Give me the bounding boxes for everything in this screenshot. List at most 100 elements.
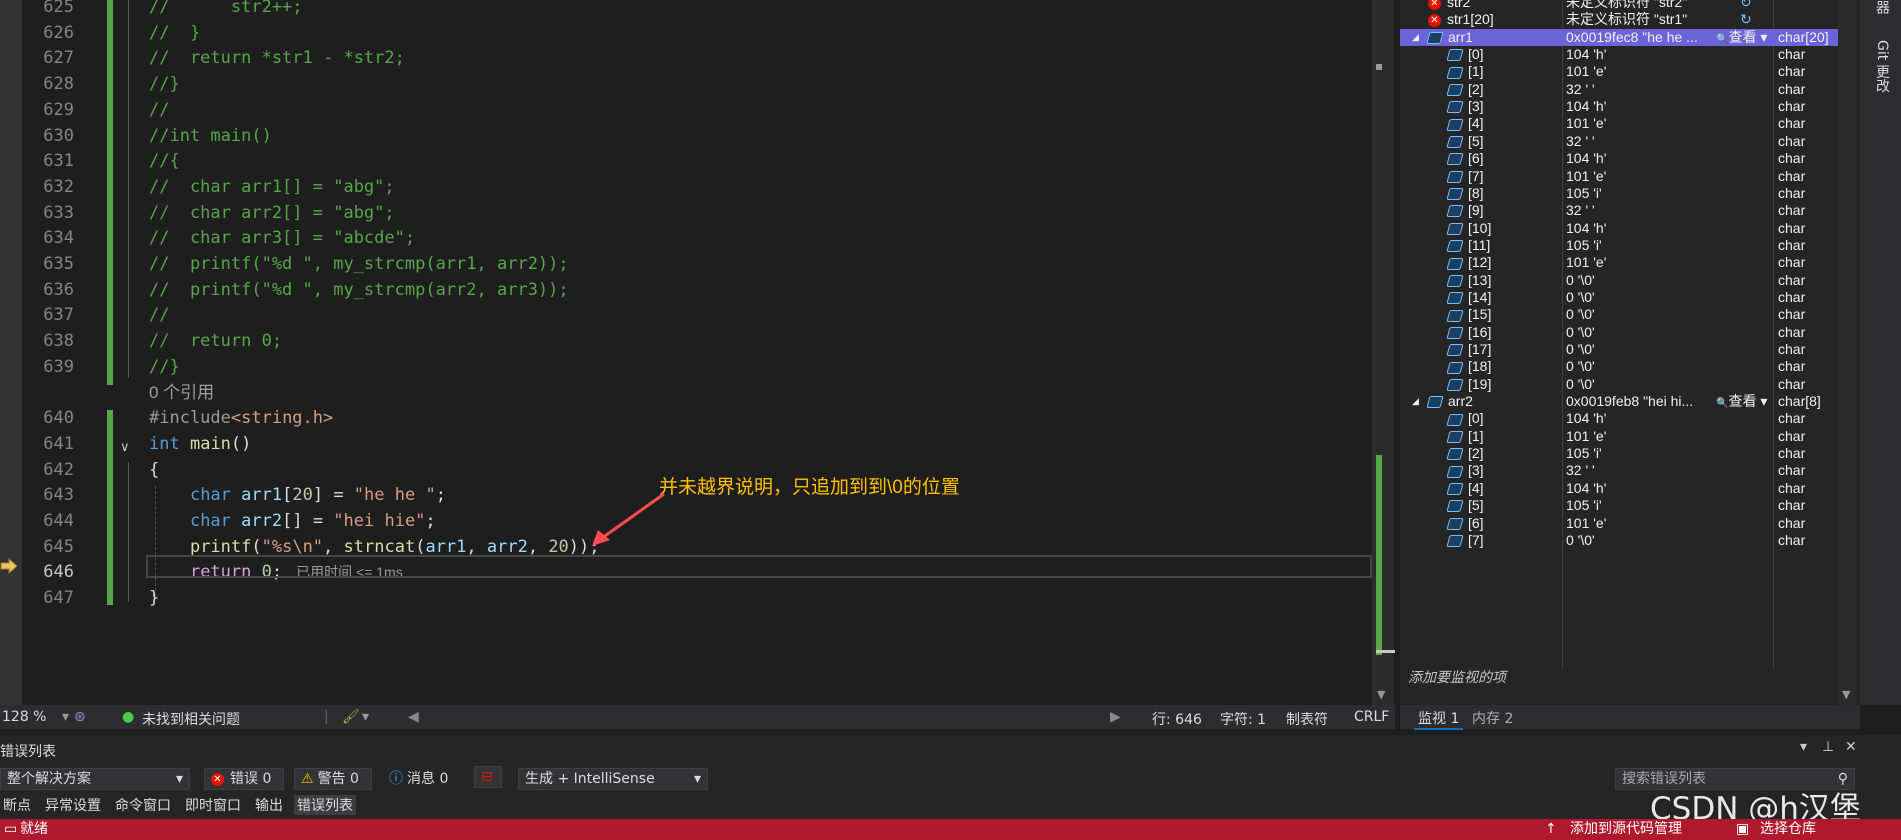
watch-value[interactable]: 104 'h' [1566, 410, 1606, 427]
bottom-tab[interactable]: 即时窗口 [182, 795, 244, 815]
watch-row[interactable]: [1] 101 'e' char [1400, 428, 1840, 445]
warnings-filter-button[interactable]: ⚠ 警告 0 [294, 768, 372, 790]
watch-row[interactable]: [2] 32 ' ' char [1400, 81, 1840, 98]
watch-row[interactable]: [14] 0 '\0' char [1400, 289, 1840, 306]
select-repository[interactable]: 选择仓库 [1760, 819, 1816, 840]
codelens-line[interactable]: 0 个引用 [0, 380, 1380, 406]
tab-explorer[interactable]: 器 [1872, 0, 1892, 14]
watch-value[interactable]: 0 '\0' [1566, 341, 1595, 358]
watch-value[interactable]: 未定义标识符 "str1" [1566, 11, 1687, 28]
watch-value[interactable]: 104 'h' [1566, 46, 1606, 63]
code-line[interactable]: 632 // char arr1[] = "abg"; [0, 174, 1380, 200]
watch-value[interactable]: 0 '\0' [1566, 306, 1595, 323]
add-to-source-control[interactable]: 添加到源代码管理 [1570, 819, 1682, 840]
watch-value[interactable]: 105 'i' [1566, 445, 1602, 462]
code-line[interactable]: 630 //int main() [0, 123, 1380, 149]
watch-row[interactable]: [8] 105 'i' char [1400, 185, 1840, 202]
scroll-down-icon[interactable]: ▼ [1377, 688, 1385, 701]
watch-row[interactable]: [7] 101 'e' char [1400, 168, 1840, 185]
add-watch-placeholder[interactable]: 添加要监视的项 [1408, 667, 1506, 688]
watch-value[interactable]: 101 'e' [1566, 515, 1606, 532]
code-line[interactable]: 625 // str2++; [0, 0, 1380, 20]
watch-row[interactable]: [13] 0 '\0' char [1400, 272, 1840, 289]
issues-status[interactable]: 未找到相关问题 [142, 709, 240, 729]
repo-icon[interactable]: ▣ [1736, 819, 1749, 840]
watch-row[interactable]: [6] 104 'h' char [1400, 150, 1840, 167]
refresh-icon[interactable]: ↻ [1740, 0, 1752, 11]
watch-value[interactable]: 105 'i' [1566, 237, 1602, 254]
watch-row[interactable]: [1] 101 'e' char [1400, 63, 1840, 80]
watch-value[interactable]: 0 '\0' [1566, 376, 1595, 393]
tab-memory-2[interactable]: 内存 2 [1472, 708, 1513, 728]
watch-value[interactable]: 104 'h' [1566, 220, 1606, 237]
watch-row[interactable]: [16] 0 '\0' char [1400, 324, 1840, 341]
watch-value[interactable]: 0 '\0' [1566, 272, 1595, 289]
watch-row[interactable]: [6] 101 'e' char [1400, 515, 1840, 532]
watch-row[interactable]: [4] 104 'h' char [1400, 480, 1840, 497]
code-line[interactable]: 635 // printf("%d ", my_strcmp(arr1, arr2… [0, 251, 1380, 277]
watch-value[interactable]: 101 'e' [1566, 63, 1606, 80]
messages-filter-button[interactable]: ⓘ 消息 0 [382, 768, 464, 790]
watch-row[interactable]: [5] 105 'i' char [1400, 497, 1840, 514]
watch-row[interactable]: ✕ str2 未定义标识符 "str2" ↻ [1400, 0, 1840, 11]
code-line[interactable]: 647} [0, 585, 1380, 611]
watch-row[interactable]: [17] 0 '\0' char [1400, 341, 1840, 358]
watch-value[interactable]: 32 ' ' [1566, 202, 1595, 219]
watch-value[interactable]: 101 'e' [1566, 254, 1606, 271]
watch-value[interactable]: 104 'h' [1566, 150, 1606, 167]
watch-value[interactable]: 101 'e' [1566, 168, 1606, 185]
watch-scroll-down-icon[interactable]: ▼ [1842, 688, 1850, 701]
filter-icon[interactable]: ⊟ [474, 766, 502, 788]
watch-row[interactable]: [7] 0 '\0' char [1400, 532, 1840, 549]
refresh-icon[interactable]: ↻ [1740, 11, 1752, 28]
watch-value[interactable]: 0 '\0' [1566, 324, 1595, 341]
watch-row[interactable]: [15] 0 '\0' char [1400, 306, 1840, 323]
code-line[interactable]: 626 // } [0, 20, 1380, 46]
watch-value[interactable]: 0x0019fec8 "he he ... [1566, 29, 1698, 46]
watch-value[interactable]: 未定义标识符 "str2" [1566, 0, 1687, 11]
scrollbar-thumb-marker[interactable] [1376, 64, 1382, 70]
code-line[interactable]: 639 //} [0, 354, 1380, 380]
watch-row[interactable]: [3] 32 ' ' char [1400, 462, 1840, 479]
expand-toggle-icon[interactable]: ◢ [1412, 29, 1419, 46]
add-watch-row[interactable]: 添加要监视的项 [1400, 667, 1840, 688]
watch-value[interactable]: 105 'i' [1566, 185, 1602, 202]
zoom-level[interactable]: 128 % [2, 709, 46, 725]
tab-mode[interactable]: 制表符 [1286, 709, 1328, 729]
watch-row[interactable]: [0] 104 'h' char [1400, 46, 1840, 63]
code-line[interactable]: 631 //{ [0, 148, 1380, 174]
code-line[interactable]: 638 // return 0; [0, 328, 1380, 354]
errors-filter-button[interactable]: ✕ 错误 0 [204, 768, 284, 790]
watch-value[interactable]: 32 ' ' [1566, 462, 1595, 479]
build-source-dropdown[interactable]: 生成 + IntelliSense ▾ [518, 768, 708, 790]
watch-value[interactable]: 0 '\0' [1566, 289, 1595, 306]
watch-row[interactable]: ◢ arr2 0x0019feb8 "hei hi... 🔍查看 ▾ char[8] [1400, 393, 1840, 410]
watch-row[interactable]: [9] 32 ' ' char [1400, 202, 1840, 219]
watch-row[interactable]: [0] 104 'h' char [1400, 410, 1840, 427]
watch-row[interactable]: ◢ arr1 0x0019fec8 "he he ... 🔍查看 ▾ char[20] [1400, 28, 1840, 47]
bottom-tab[interactable]: 异常设置 [42, 795, 104, 815]
scroll-right-icon[interactable]: ▶ [1110, 709, 1121, 725]
watch-row[interactable]: [19] 0 '\0' char [1400, 376, 1840, 393]
close-icon[interactable]: ✕ [1845, 739, 1857, 755]
code-line[interactable]: 633 // char arr2[] = "abg"; [0, 200, 1380, 226]
watch-row[interactable]: [5] 32 ' ' char [1400, 133, 1840, 150]
watch-row[interactable]: [11] 105 'i' char [1400, 237, 1840, 254]
watch-row[interactable]: [3] 104 'h' char [1400, 98, 1840, 115]
bottom-tab[interactable]: 断点 [0, 795, 34, 815]
source-control-icon[interactable]: ↑ [1545, 819, 1557, 840]
code-line[interactable]: 641 int main() [0, 431, 1380, 457]
watch-row[interactable]: [2] 105 'i' char [1400, 445, 1840, 462]
pin-icon[interactable]: ⊥ [1822, 739, 1834, 755]
code-line[interactable]: 629 // [0, 97, 1380, 123]
tab-watch-1[interactable]: 监视 1 [1414, 708, 1464, 730]
watch-value[interactable]: 104 'h' [1566, 480, 1606, 497]
bottom-tab[interactable]: 命令窗口 [112, 795, 174, 815]
watch-row[interactable]: [4] 101 'e' char [1400, 115, 1840, 132]
watch-row[interactable]: [10] 104 'h' char [1400, 220, 1840, 237]
line-indicator[interactable]: 行: 646 [1152, 709, 1202, 729]
code-line[interactable]: 628 //} [0, 71, 1380, 97]
watch-value[interactable]: 101 'e' [1566, 428, 1606, 445]
copilot-icon[interactable]: ⊛ [74, 709, 86, 725]
expand-toggle-icon[interactable]: ◢ [1412, 393, 1419, 410]
